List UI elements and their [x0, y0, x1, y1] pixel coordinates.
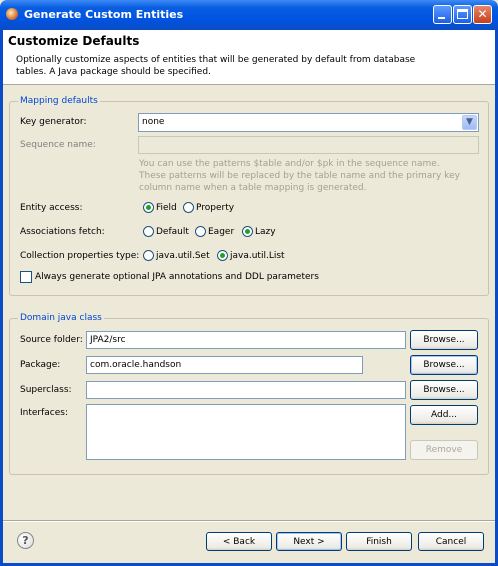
- package-label: Package:: [20, 360, 61, 370]
- source-folder-label: Source folder:: [20, 335, 83, 345]
- superclass-browse-button[interactable]: Browse...: [410, 380, 478, 400]
- remove-interface-button[interactable]: Remove: [410, 440, 478, 460]
- finish-button[interactable]: Finish: [346, 532, 412, 551]
- page-description: Optionally customize aspects of entities…: [16, 54, 416, 78]
- superclass-field[interactable]: [86, 381, 406, 399]
- help-icon[interactable]: ?: [17, 532, 34, 549]
- entity-access-field-label[interactable]: Field: [156, 203, 177, 213]
- close-icon: ✕: [477, 7, 488, 21]
- key-generator-label: Key generator:: [20, 117, 87, 127]
- collection-set-radio[interactable]: [143, 250, 154, 261]
- entity-access-label: Entity access:: [20, 203, 83, 213]
- collection-list-radio[interactable]: [217, 250, 228, 261]
- associations-fetch-label: Associations fetch:: [20, 227, 105, 237]
- fetch-eager-radio[interactable]: [195, 226, 206, 237]
- back-button[interactable]: < Back: [206, 532, 272, 551]
- interfaces-label: Interfaces:: [20, 408, 69, 418]
- sequence-hint: You can use the patterns $table and/or $…: [139, 158, 479, 194]
- key-generator-combo[interactable]: none ▼: [138, 113, 479, 132]
- entity-access-property-label[interactable]: Property: [196, 203, 234, 213]
- description-line: tables. A Java package should be specifi…: [16, 67, 211, 77]
- domain-class-legend: Domain java class: [18, 313, 104, 323]
- fetch-lazy-radio[interactable]: [242, 226, 253, 237]
- cancel-button[interactable]: Cancel: [418, 532, 484, 551]
- maximize-button[interactable]: [453, 5, 472, 24]
- source-folder-browse-button[interactable]: Browse...: [410, 330, 478, 350]
- description-line: Optionally customize aspects of entities…: [16, 55, 416, 65]
- entity-access-property-radio[interactable]: [183, 202, 194, 213]
- optional-annotations-checkbox[interactable]: [20, 271, 32, 283]
- fetch-lazy-label[interactable]: Lazy: [255, 227, 276, 237]
- source-folder-field[interactable]: JPA2/src: [86, 331, 406, 349]
- collection-set-label[interactable]: java.util.Set: [156, 251, 210, 261]
- interfaces-list[interactable]: [86, 404, 406, 460]
- eclipse-icon: [6, 8, 18, 20]
- fetch-default-label[interactable]: Default: [156, 227, 189, 237]
- close-button[interactable]: ✕: [473, 5, 492, 24]
- maximize-icon: [457, 9, 468, 19]
- collection-list-label[interactable]: java.util.List: [230, 251, 285, 261]
- add-interface-button[interactable]: Add...: [410, 405, 478, 425]
- optional-annotations-label[interactable]: Always generate optional JPA annotations…: [35, 272, 319, 282]
- page-title: Customize Defaults: [8, 34, 140, 48]
- hint-line: You can use the patterns $table and/or $…: [139, 159, 440, 169]
- minimize-icon: [438, 17, 445, 19]
- superclass-label: Superclass:: [20, 385, 72, 395]
- sequence-name-label: Sequence name:: [20, 140, 96, 150]
- next-button[interactable]: Next >: [276, 532, 342, 551]
- minimize-button[interactable]: [433, 5, 452, 24]
- footer-separator: [3, 520, 495, 522]
- package-browse-button[interactable]: Browse...: [410, 355, 478, 375]
- sequence-name-field[interactable]: [138, 136, 479, 154]
- mapping-defaults-legend: Mapping defaults: [18, 96, 100, 106]
- package-field[interactable]: com.oracle.handson: [86, 356, 363, 374]
- hint-line: column name when a table mapping is gene…: [139, 183, 367, 193]
- key-generator-value: none: [142, 117, 165, 127]
- chevron-down-icon[interactable]: ▼: [462, 115, 477, 130]
- entity-access-field-radio[interactable]: [143, 202, 154, 213]
- hint-line: These patterns will be replaced by the t…: [139, 171, 460, 181]
- window-title: Generate Custom Entities: [24, 8, 184, 21]
- collection-type-label: Collection properties type:: [20, 251, 140, 261]
- fetch-eager-label[interactable]: Eager: [208, 227, 234, 237]
- fetch-default-radio[interactable]: [143, 226, 154, 237]
